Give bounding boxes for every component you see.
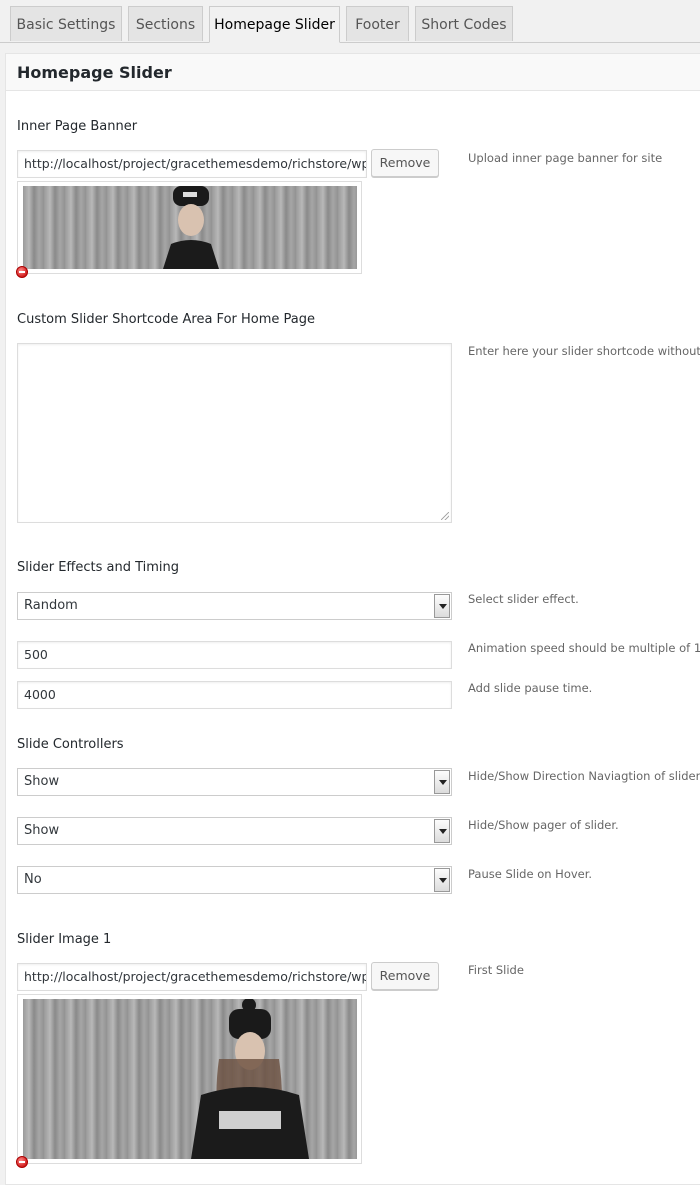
remove-circle-icon[interactable]: [16, 1156, 28, 1168]
slider-image-1-desc: First Slide: [468, 963, 524, 977]
pause-on-hover-select[interactable]: No: [17, 866, 452, 894]
tab-footer[interactable]: Footer: [346, 6, 409, 41]
resize-grip-icon[interactable]: [441, 512, 449, 520]
shortcode-desc: Enter here your slider shortcode without…: [468, 344, 700, 358]
inner-banner-remove-button[interactable]: Remove: [371, 149, 439, 177]
controllers-label: Slide Controllers: [17, 737, 124, 752]
pager-desc: Hide/Show pager of slider.: [468, 818, 619, 832]
chevron-down-icon[interactable]: [434, 868, 450, 892]
effects-label: Slider Effects and Timing: [17, 560, 180, 575]
slider-image-1-label: Slider Image 1: [17, 932, 112, 947]
slider-image-1-remove-button[interactable]: Remove: [371, 962, 439, 990]
pager-value: Show: [24, 823, 60, 838]
pause-on-hover-desc: Pause Slide on Hover.: [468, 867, 593, 881]
pause-time-desc: Add slide pause time.: [468, 681, 593, 695]
inner-banner-image: [23, 186, 357, 269]
settings-tabs: Basic Settings Sections Homepage Slider …: [0, 0, 700, 43]
tab-basic-settings[interactable]: Basic Settings: [10, 6, 122, 41]
panel-header: Homepage Slider: [6, 54, 700, 91]
chevron-down-icon[interactable]: [434, 770, 450, 794]
slider-effect-select[interactable]: Random: [17, 592, 452, 620]
pause-on-hover-value: No: [24, 872, 42, 887]
chevron-down-icon[interactable]: [434, 594, 450, 618]
direction-nav-desc: Hide/Show Direction Naviagtion of slider…: [468, 769, 700, 783]
shortcode-textarea[interactable]: [17, 343, 452, 523]
inner-banner-preview: [17, 181, 362, 274]
slider-image-1-url-input[interactable]: http://localhost/project/gracethemesdemo…: [17, 963, 367, 991]
settings-panel: Homepage Slider Inner Page Banner http:/…: [5, 53, 700, 1185]
chevron-down-icon[interactable]: [434, 819, 450, 843]
pager-select[interactable]: Show: [17, 817, 452, 845]
animation-speed-desc: Animation speed should be multiple of 10…: [468, 641, 700, 655]
tab-homepage-slider[interactable]: Homepage Slider: [209, 6, 340, 43]
tab-short-codes[interactable]: Short Codes: [415, 6, 513, 41]
animation-speed-input[interactable]: 500: [17, 641, 452, 669]
panel-title: Homepage Slider: [17, 63, 172, 82]
pause-time-input[interactable]: 4000: [17, 681, 452, 709]
direction-nav-value: Show: [24, 774, 60, 789]
inner-banner-desc: Upload inner page banner for site: [468, 151, 663, 165]
shortcode-label: Custom Slider Shortcode Area For Home Pa…: [17, 312, 315, 327]
slider-effect-value: Random: [24, 598, 78, 613]
direction-nav-select[interactable]: Show: [17, 768, 452, 796]
remove-circle-icon[interactable]: [16, 266, 28, 278]
slider-image-1-image: [23, 999, 357, 1159]
slide-figure-graphic: [191, 999, 309, 1159]
tab-sections[interactable]: Sections: [128, 6, 203, 41]
banner-figure-graphic: [163, 186, 219, 269]
inner-banner-label: Inner Page Banner: [17, 119, 138, 134]
inner-banner-url-input[interactable]: http://localhost/project/gracethemesdemo…: [17, 150, 367, 178]
slider-image-1-preview: [17, 994, 362, 1164]
slider-effect-desc: Select slider effect.: [468, 592, 579, 606]
